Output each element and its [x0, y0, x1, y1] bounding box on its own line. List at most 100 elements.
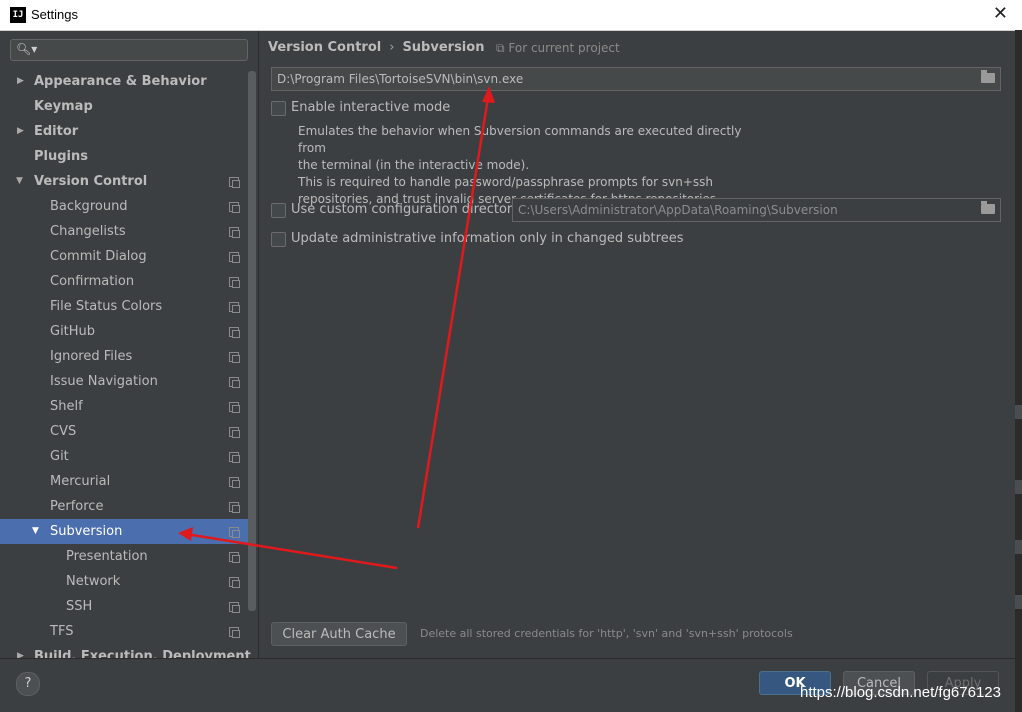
tree-item-label: CVS	[50, 424, 77, 439]
intellij-app-icon: IJ	[10, 7, 26, 23]
description-line: the terminal (in the interactive mode).	[298, 158, 530, 172]
breadcrumb-separator: ›	[389, 40, 395, 55]
tree-item-mercurial[interactable]: Mercurial	[0, 469, 256, 494]
update-admin-info-label[interactable]: Update administrative information only i…	[291, 231, 683, 246]
project-scope-icon: ⧉	[496, 41, 509, 55]
tree-item-label: Mercurial	[50, 474, 111, 489]
clear-auth-cache-button[interactable]: Clear Auth Cache	[271, 622, 407, 646]
project-scope-icon	[229, 227, 240, 238]
project-scope-icon	[229, 202, 240, 213]
tree-item-confirmation[interactable]: Confirmation	[0, 269, 256, 294]
update-admin-info-checkbox[interactable]	[271, 232, 286, 247]
sidebar-scrollbar[interactable]	[248, 71, 256, 611]
tree-item-label: Subversion	[50, 524, 123, 539]
custom-config-checkbox[interactable]	[271, 203, 286, 218]
tree-item-commit-dialog[interactable]: Commit Dialog	[0, 244, 256, 269]
tree-item-editor[interactable]: ▶ Editor	[0, 119, 256, 144]
description-line: This is required to handle password/pass…	[298, 175, 713, 189]
scope-label: For current project	[508, 41, 620, 55]
tree-item-label: Ignored Files	[50, 349, 133, 364]
settings-search-input[interactable]: 🔍︎▾	[10, 39, 248, 61]
tree-item-label: Editor	[34, 124, 79, 139]
tree-item-ignored-files[interactable]: Ignored Files	[0, 344, 256, 369]
tree-item-ssh[interactable]: SSH	[0, 594, 256, 619]
interactive-mode-description: Emulates the behavior when Subversion co…	[298, 123, 768, 208]
project-scope-icon	[229, 602, 240, 613]
tree-item-subversion[interactable]: ▼ Subversion	[0, 519, 256, 544]
tree-item-network[interactable]: Network	[0, 569, 256, 594]
breadcrumb-root[interactable]: Version Control	[268, 40, 381, 55]
scope-indicator: ⧉ For current project	[496, 41, 620, 56]
project-scope-icon	[229, 577, 240, 588]
window-title: Settings	[31, 7, 78, 22]
collapse-arrow-icon[interactable]: ▼	[32, 519, 39, 544]
tree-item-label: Plugins	[34, 149, 88, 164]
background-editor-edge	[1015, 30, 1022, 712]
clear-auth-cache-note: Delete all stored credentials for 'http'…	[420, 627, 793, 640]
project-scope-icon	[229, 552, 240, 563]
project-scope-icon	[229, 277, 240, 288]
svn-path-value: D:\Program Files\TortoiseSVN\bin\svn.exe	[277, 72, 524, 86]
project-scope-icon	[229, 502, 240, 513]
tree-item-label: TFS	[50, 624, 74, 639]
tree-item-shelf[interactable]: Shelf	[0, 394, 256, 419]
title-bar: IJ Settings ✕	[0, 0, 1022, 31]
custom-config-path-field[interactable]: C:\Users\Administrator\AppData\Roaming\S…	[512, 198, 1001, 222]
custom-config-label[interactable]: Use custom configuration directory:	[291, 202, 523, 217]
tree-item-label: SSH	[66, 599, 93, 614]
tree-item-label: Commit Dialog	[50, 249, 147, 264]
tree-item-label: Confirmation	[50, 274, 135, 289]
tree-item-label: Keymap	[34, 99, 93, 114]
tree-item-keymap[interactable]: Keymap	[0, 94, 256, 119]
tree-item-git[interactable]: Git	[0, 444, 256, 469]
close-icon[interactable]: ✕	[993, 3, 1008, 24]
tree-item-label: Issue Navigation	[50, 374, 158, 389]
tree-item-label: File Status Colors	[50, 299, 163, 314]
tree-item-label: Presentation	[66, 549, 148, 564]
project-scope-icon	[229, 452, 240, 463]
project-scope-icon	[229, 252, 240, 263]
custom-config-path-value: C:\Users\Administrator\AppData\Roaming\S…	[518, 203, 838, 217]
svn-executable-path-field[interactable]: D:\Program Files\TortoiseSVN\bin\svn.exe	[271, 67, 1001, 91]
tree-item-label: Background	[50, 199, 128, 214]
browse-folder-icon[interactable]	[981, 70, 995, 83]
tree-item-github[interactable]: GitHub	[0, 319, 256, 344]
tree-item-background[interactable]: Background	[0, 194, 256, 219]
tree-item-version-control[interactable]: ▼ Version Control	[0, 169, 256, 194]
tree-item-label: Git	[50, 449, 69, 464]
project-scope-icon	[229, 377, 240, 388]
tree-item-file-status-colors[interactable]: File Status Colors	[0, 294, 256, 319]
tree-item-issue-navigation[interactable]: Issue Navigation	[0, 369, 256, 394]
tree-item-cvs[interactable]: CVS	[0, 419, 256, 444]
tree-item-appearance[interactable]: ▶ Appearance & Behavior	[0, 69, 256, 94]
tree-item-changelists[interactable]: Changelists	[0, 219, 256, 244]
tree-item-build-execution-deployment[interactable]: ▶ Build, Execution, Deployment	[0, 644, 256, 658]
tree-item-label: Shelf	[50, 399, 83, 414]
tree-item-label: Perforce	[50, 499, 104, 514]
tree-item-label: Changelists	[50, 224, 126, 239]
expand-arrow-icon[interactable]: ▶	[17, 644, 24, 658]
project-scope-icon	[229, 527, 240, 538]
project-scope-icon	[229, 477, 240, 488]
help-button[interactable]: ?	[16, 672, 40, 696]
tree-item-label: Network	[66, 574, 121, 589]
watermark-text: https://blog.csdn.net/fg676123	[800, 684, 1001, 701]
expand-arrow-icon[interactable]: ▶	[17, 69, 24, 94]
expand-arrow-icon[interactable]: ▶	[17, 119, 24, 144]
browse-folder-icon[interactable]	[981, 201, 995, 214]
tree-item-plugins[interactable]: Plugins	[0, 144, 256, 169]
collapse-arrow-icon[interactable]: ▼	[16, 169, 23, 194]
tree-item-perforce[interactable]: Perforce	[0, 494, 256, 519]
interactive-mode-label[interactable]: Enable interactive mode	[291, 100, 450, 115]
project-scope-icon	[229, 427, 240, 438]
project-scope-icon	[229, 302, 240, 313]
tree-item-presentation[interactable]: Presentation	[0, 544, 256, 569]
interactive-mode-checkbox[interactable]	[271, 101, 286, 116]
breadcrumb-current: Subversion	[402, 40, 485, 55]
description-line: Emulates the behavior when Subversion co…	[298, 124, 742, 155]
project-scope-icon	[229, 402, 240, 413]
tree-item-tfs[interactable]: TFS	[0, 619, 256, 644]
project-scope-icon	[229, 327, 240, 338]
settings-sidebar: 🔍︎▾ ▶ Appearance & Behavior Keymap ▶ Edito…	[0, 31, 259, 658]
project-scope-icon	[229, 627, 240, 638]
